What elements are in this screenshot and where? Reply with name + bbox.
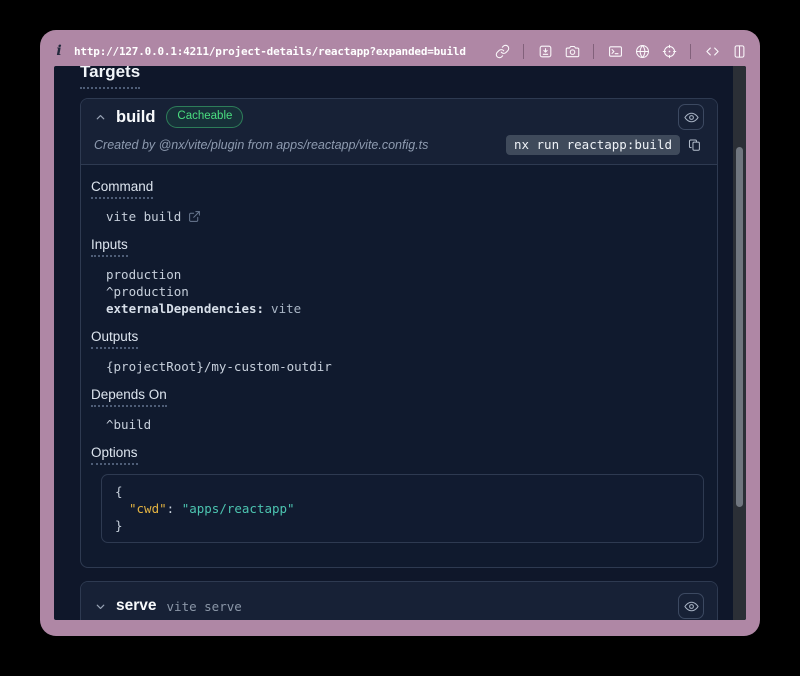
target-name: serve — [116, 597, 157, 615]
toolbar-icons — [493, 42, 748, 60]
outputs-section-label: Outputs — [91, 329, 704, 349]
target-name: build — [116, 108, 155, 127]
toolbar-separator — [593, 44, 594, 59]
scrollbar-thumb[interactable] — [736, 147, 743, 507]
inputs-section-label: Inputs — [91, 237, 704, 257]
source-button[interactable] — [703, 42, 721, 60]
project-details-content: Targets build Cacheable Created by @nx/v… — [54, 66, 733, 620]
eye-icon — [684, 110, 699, 125]
external-link-icon — [188, 210, 201, 223]
chevron-up-icon — [94, 111, 107, 124]
link-button[interactable] — [493, 42, 511, 60]
url-text: http://127.0.0.1:4211/project-details/re… — [74, 45, 484, 58]
chevron-down-icon — [94, 600, 107, 613]
view-graph-button-serve[interactable] — [678, 593, 704, 619]
browser-toolbar: i http://127.0.0.1:4211/project-details/… — [40, 30, 760, 69]
serve-target-header[interactable]: serve vite serve — [81, 582, 717, 620]
target-card-build: build Cacheable Created by @nx/vite/plug… — [80, 98, 718, 568]
split-view-button[interactable] — [730, 42, 748, 60]
camera-icon — [565, 44, 580, 59]
target-card-serve: serve vite serve — [80, 581, 718, 620]
screenshot-button[interactable] — [563, 42, 581, 60]
toolbar-separator — [690, 44, 691, 59]
browser-window: i http://127.0.0.1:4211/project-details/… — [40, 30, 760, 636]
copy-command-button[interactable] — [688, 136, 704, 154]
options-json-block: {"cwd": "apps/reactapp"} — [101, 474, 704, 543]
info-icon: i — [53, 43, 65, 59]
download-box-icon — [538, 44, 553, 59]
build-target-details: Command vite build Inputs production ^pr… — [81, 165, 717, 567]
created-by-text: Created by @nx/vite/plugin from apps/rea… — [94, 138, 428, 152]
toolbar-separator — [523, 44, 524, 59]
import-button[interactable] — [536, 42, 554, 60]
globe-icon — [635, 44, 650, 59]
view-graph-button-build[interactable] — [678, 104, 704, 130]
page-viewport: Targets build Cacheable Created by @nx/v… — [54, 66, 746, 620]
eye-icon — [684, 599, 699, 614]
input-item: production — [106, 266, 704, 283]
crosshair-icon — [662, 44, 677, 59]
terminal-icon — [608, 44, 623, 59]
command-link[interactable]: vite build — [106, 208, 201, 225]
options-section-label: Options — [91, 445, 704, 465]
terminal-button[interactable] — [606, 42, 624, 60]
command-section-label: Command — [91, 179, 704, 199]
input-item: externalDependencies:vite — [106, 300, 704, 317]
serve-command-text: vite serve — [167, 599, 242, 614]
run-command-chip: nx run reactapp:build — [506, 135, 680, 156]
build-target-header[interactable]: build Cacheable Created by @nx/vite/plug… — [81, 99, 717, 165]
depends-on-section-label: Depends On — [91, 387, 704, 407]
copy-icon — [688, 137, 702, 153]
depends-on-item: ^build — [106, 416, 704, 433]
scrollbar[interactable] — [733, 66, 746, 620]
web-button[interactable] — [633, 42, 651, 60]
code-icon — [705, 44, 720, 59]
cacheable-badge: Cacheable — [166, 106, 243, 128]
json-open-brace: { — [115, 483, 690, 500]
link-icon — [495, 44, 510, 59]
output-item: {projectRoot}/my-custom-outdir — [106, 358, 704, 375]
split-view-icon — [732, 44, 747, 59]
json-cwd-line: "cwd": "apps/reactapp" — [115, 500, 690, 517]
page-title: Targets — [80, 66, 718, 89]
input-item: ^production — [106, 283, 704, 300]
json-close-brace: } — [115, 517, 690, 534]
locate-button[interactable] — [660, 42, 678, 60]
command-value: vite build — [106, 208, 181, 225]
